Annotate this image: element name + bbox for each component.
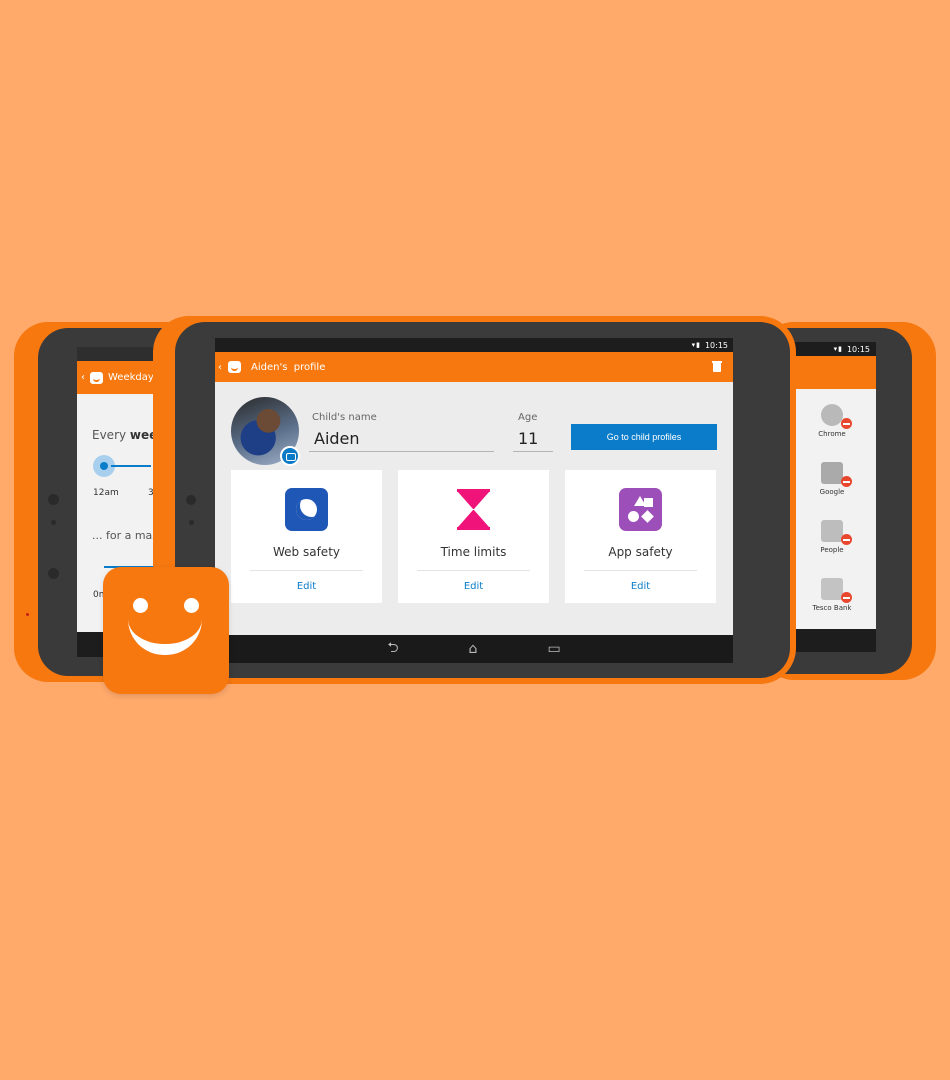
circle-shape <box>628 511 639 522</box>
hourglass-cap-top <box>457 489 490 492</box>
app-logo-icon <box>90 371 103 384</box>
age-label: Age <box>518 412 538 423</box>
wifi-battery-icon: ▾▮ <box>691 341 701 349</box>
left-tablet-sensor <box>48 494 59 505</box>
left-tablet-camera <box>51 520 56 525</box>
schedule-prefix: Every <box>92 428 130 442</box>
max-duration-label: ... for a max <box>92 529 159 542</box>
camera-icon[interactable] <box>280 446 300 466</box>
hourglass-bottom <box>458 510 489 527</box>
square-shape <box>644 498 653 507</box>
left-tablet-sensor-2 <box>48 568 59 579</box>
card-divider <box>250 570 363 571</box>
nav-recents-icon[interactable]: ▭ <box>547 641 560 657</box>
right-status-time: 10:15 <box>846 344 870 354</box>
center-tablet-camera <box>189 520 194 525</box>
card-app-safety[interactable]: App safety Edit <box>565 470 716 603</box>
card-title: Web safety <box>273 545 340 559</box>
app-google[interactable]: Google <box>802 462 862 496</box>
go-to-child-profiles-button[interactable]: Go to child profiles <box>571 424 717 450</box>
nav-home-icon[interactable]: ⌂ <box>469 641 478 657</box>
center-status-time: 10:15 <box>704 340 728 350</box>
child-name-label: Child's name <box>312 412 377 423</box>
edit-time-limits-link[interactable]: Edit <box>398 581 549 592</box>
wifi-battery-icon: ▾▮ <box>833 345 843 353</box>
card-divider <box>584 570 697 571</box>
logo-right-eye <box>184 598 199 613</box>
google-icon <box>821 462 852 487</box>
diamond-shape <box>641 510 654 523</box>
child-name-underline <box>309 451 494 452</box>
profile-area: Child's name Aiden Age 11 Go to child pr… <box>215 382 733 482</box>
back-chevron-icon[interactable]: ‹ <box>81 372 85 383</box>
logo-left-eye <box>133 598 148 613</box>
globe-icon <box>285 488 328 531</box>
logo-smile <box>128 619 202 655</box>
edit-app-safety-link[interactable]: Edit <box>565 581 716 592</box>
people-icon <box>821 520 852 545</box>
remove-app-icon[interactable] <box>841 592 852 603</box>
card-time-limits[interactable]: Time limits Edit <box>398 470 549 603</box>
hourglass-cap-bottom <box>457 527 490 530</box>
card-divider <box>417 570 530 571</box>
shapes-icon <box>619 488 662 531</box>
age-field[interactable]: 11 <box>518 429 538 448</box>
left-led <box>26 613 29 616</box>
center-statusbar: ▾▮ 10:15 <box>215 338 733 352</box>
left-appbar-title: Weekday <box>108 372 154 383</box>
remove-app-icon[interactable] <box>841 418 852 429</box>
hourglass-top <box>458 492 489 509</box>
piggy-bank-icon <box>821 578 852 603</box>
card-title: App safety <box>608 545 673 559</box>
center-appbar: ‹ Aiden's profile <box>215 352 733 382</box>
chrome-icon <box>821 404 852 429</box>
back-chevron-icon[interactable]: ‹ <box>218 362 222 373</box>
app-label: Tesco Bank <box>812 604 852 612</box>
age-underline <box>513 451 553 452</box>
child-name-field[interactable]: Aiden <box>314 429 360 448</box>
app-label: Google <box>819 488 845 496</box>
app-tesco-bank[interactable]: Tesco Bank <box>802 578 862 612</box>
settings-cards: Web safety Edit Time limits Edit App saf… <box>231 470 716 603</box>
center-screen: ▾▮ 10:15 ‹ Aiden's profile Child's name … <box>215 338 733 663</box>
time-start-label: 12am <box>93 488 119 498</box>
time-slider-track <box>111 465 151 467</box>
card-title: Time limits <box>440 545 507 559</box>
card-web-safety[interactable]: Web safety Edit <box>231 470 382 603</box>
app-chrome[interactable]: Chrome <box>802 404 862 438</box>
center-tablet-sensor <box>186 495 196 505</box>
android-navbar: ⮌ ⌂ ▭ <box>215 635 733 663</box>
app-label: Chrome <box>818 430 846 438</box>
app-label: People <box>820 546 844 554</box>
edit-web-safety-link[interactable]: Edit <box>231 581 382 592</box>
hourglass-icon <box>452 488 495 531</box>
remove-app-icon[interactable] <box>841 476 852 487</box>
profile-title: Aiden's profile <box>251 361 326 373</box>
nav-back-icon[interactable]: ⮌ <box>387 637 398 661</box>
app-people[interactable]: People <box>802 520 862 554</box>
remove-app-icon[interactable] <box>841 534 852 545</box>
center-tablet: ▾▮ 10:15 ‹ Aiden's profile Child's name … <box>153 316 796 684</box>
brand-logo-icon <box>103 567 229 694</box>
time-slider-knob <box>100 462 108 470</box>
trash-icon[interactable] <box>712 361 722 372</box>
app-logo-icon <box>228 361 241 373</box>
